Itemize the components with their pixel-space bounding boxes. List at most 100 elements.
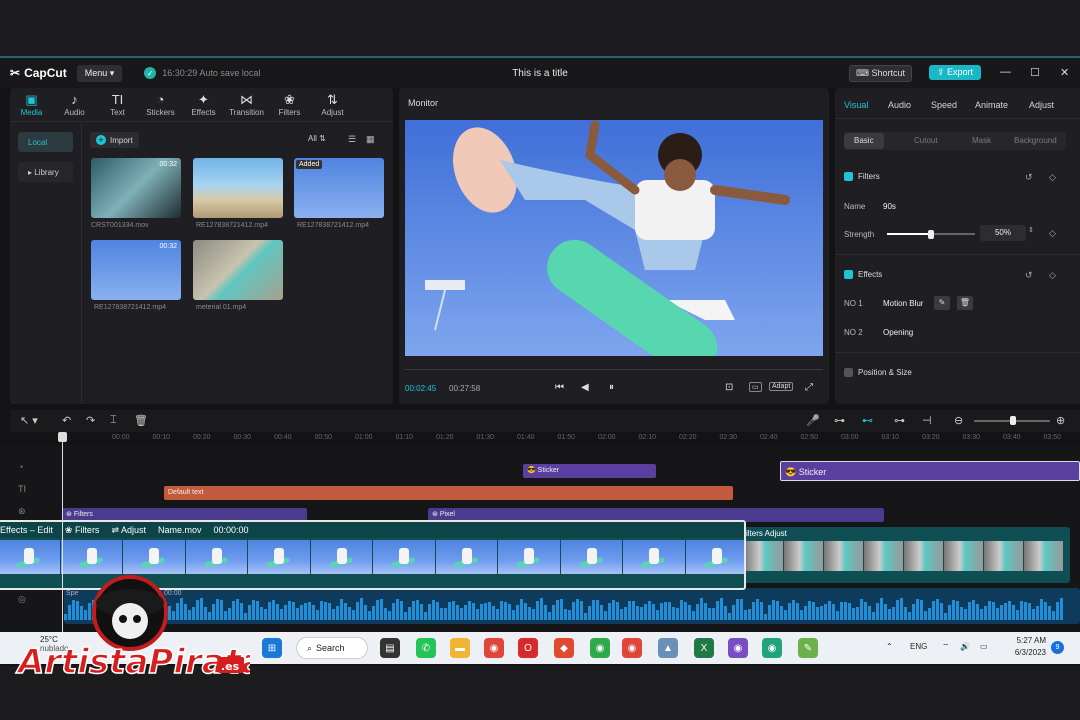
chrome-profile-icon[interactable]: ◉ — [590, 638, 610, 658]
chrome-profile-2-icon[interactable]: ◉ — [622, 638, 642, 658]
tab-audio[interactable]: ♪ Audio — [53, 88, 96, 121]
opera-icon[interactable]: O — [518, 638, 538, 658]
photos-icon[interactable]: ▲ — [658, 638, 678, 658]
subtab-mask[interactable]: Mask — [972, 136, 991, 145]
whatsapp-icon[interactable]: ✆ — [416, 638, 436, 658]
media-thumb[interactable]: 00:32 — [91, 240, 181, 300]
windows-start-icon[interactable]: ⊞ — [262, 638, 282, 658]
export-button[interactable]: ⇪ Export — [929, 65, 982, 80]
filter-dropdown[interactable]: All ⇅ — [308, 134, 326, 143]
subtab-basic[interactable]: Basic — [844, 133, 884, 149]
reset-icon[interactable]: ↺ — [1025, 270, 1033, 281]
maximize-icon[interactable]: ☐ — [1030, 66, 1040, 79]
subtab-cutout[interactable]: Cutout — [914, 136, 938, 145]
excel-icon[interactable]: X — [694, 638, 714, 658]
chain-icon[interactable]: ⊶ — [894, 414, 905, 427]
media-thumb[interactable]: Added — [294, 158, 384, 218]
minimize-icon[interactable]: — — [1000, 66, 1011, 78]
tray-chevron-icon[interactable]: ⌃ — [886, 642, 893, 651]
effects-checkbox[interactable] — [844, 270, 853, 279]
undo-icon[interactable]: ↶ — [62, 414, 71, 427]
task-view-icon[interactable]: ▤ — [380, 638, 400, 658]
pause-icon[interactable]: ⏸ — [609, 382, 614, 393]
time-ruler[interactable]: 00:00 00:10 00:20 00:30 00:40 00:50 01:00 01:10… — [0, 432, 1080, 446]
text-clip[interactable]: Default text — [164, 486, 733, 500]
edit-icon[interactable]: ✎ — [934, 296, 950, 310]
preview-scrubber[interactable] — [405, 362, 823, 370]
list-view-icon[interactable]: ☰ — [348, 134, 356, 145]
battery-icon[interactable]: ▭ — [980, 642, 988, 651]
notification-badge[interactable]: 9 — [1051, 641, 1064, 654]
chrome-profile-3-icon[interactable]: ◉ — [728, 638, 748, 658]
strength-slider-knob[interactable] — [928, 230, 934, 239]
preview-video[interactable] — [405, 120, 823, 356]
tab-transition[interactable]: ⋈ Transition — [225, 88, 268, 121]
prev-frame-icon[interactable]: ◀ — [581, 382, 589, 393]
chrome-icon[interactable]: ◉ — [484, 638, 504, 658]
file-explorer-icon[interactable]: ▬ — [450, 638, 470, 658]
fullscreen-icon[interactable]: ⤢ — [805, 382, 813, 393]
keyframe-icon[interactable]: ◇ — [1049, 172, 1056, 183]
language-indicator[interactable]: ENG — [910, 642, 927, 651]
tab-audio-prop[interactable]: Audio — [888, 100, 911, 110]
delete-clip-icon[interactable]: 🗑 — [134, 414, 148, 427]
tab-animate[interactable]: Animate — [975, 100, 1008, 110]
keyframe-icon[interactable]: ◇ — [1049, 270, 1056, 281]
effects-section-header[interactable]: Effects — [844, 270, 882, 279]
position-size-header[interactable]: Position & Size — [844, 368, 912, 377]
zoom-out-icon[interactable]: ⊖ — [954, 414, 963, 427]
adapt-button[interactable]: Adapt — [769, 382, 794, 391]
tab-text[interactable]: TI Text — [96, 88, 139, 121]
position-checkbox[interactable] — [844, 368, 853, 377]
link-icon[interactable]: ⊶ — [834, 414, 845, 427]
sidebar-item-local[interactable]: Local — [18, 132, 73, 152]
tab-stickers[interactable]: ◔ Stickers — [139, 88, 182, 121]
menu-button[interactable]: Menu ▾ — [76, 64, 123, 82]
notepad-icon[interactable]: ✎ — [798, 638, 818, 658]
reset-icon[interactable]: ↺ — [1025, 172, 1033, 183]
sticker-clip-2[interactable]: 😎 Sticker — [780, 461, 1080, 481]
microphone-icon[interactable]: 🎤 — [806, 414, 820, 427]
filters-checkbox[interactable] — [844, 172, 853, 181]
media-thumb[interactable] — [193, 158, 283, 218]
tab-visual[interactable]: Visual — [844, 100, 868, 110]
tab-effects[interactable]: ✦ Effects — [182, 88, 225, 121]
strength-input[interactable]: 50% — [980, 225, 1026, 241]
anydesk-icon[interactable]: ◆ — [554, 638, 574, 658]
waveform-bar — [1000, 604, 1003, 620]
tab-adjust[interactable]: ⇅ Adjust — [311, 88, 354, 121]
skip-start-icon[interactable]: ⏮ — [555, 382, 564, 393]
tab-media[interactable]: ▣ Media — [10, 88, 53, 121]
align-icon[interactable]: ⊣ — [922, 414, 932, 427]
volume-icon[interactable]: 🔊 — [960, 642, 970, 651]
tab-speed[interactable]: Speed — [931, 100, 957, 110]
screenshot-icon[interactable]: ⊡ — [725, 382, 733, 393]
select-tool-icon[interactable]: ↖ ▾ — [20, 414, 38, 427]
sticker-clip-1[interactable]: 😎 Sticker — [523, 464, 656, 478]
taskbar-search[interactable]: ⌕ Search — [296, 637, 368, 659]
keyframe-icon[interactable]: ◇ — [1049, 228, 1056, 239]
import-button[interactable]: + Import — [90, 132, 139, 148]
media-thumb[interactable] — [193, 240, 283, 300]
subtab-background[interactable]: Background — [1014, 136, 1057, 145]
secondary-video-clip[interactable]: ilters Adjust — [744, 527, 1070, 583]
split-icon[interactable]: ⌶ — [110, 414, 117, 427]
tab-adjust-prop[interactable]: Adjust — [1029, 100, 1054, 110]
shortcut-button[interactable]: ⌨ Shortcut — [849, 65, 913, 82]
tab-filters[interactable]: ❀ Filters — [268, 88, 311, 121]
grid-view-icon[interactable]: ▦ — [366, 134, 375, 145]
chrome-profile-4-icon[interactable]: ◉ — [762, 638, 782, 658]
wifi-icon[interactable]: ⌔ — [942, 642, 950, 652]
redo-icon[interactable]: ↷ — [86, 414, 95, 427]
delete-icon[interactable]: 🗑 — [957, 296, 973, 310]
ratio-icon[interactable]: ▭ — [749, 382, 762, 392]
media-thumb[interactable]: 00:32 — [91, 158, 181, 218]
clock[interactable]: 5:27 AM 6/3/2023 — [1004, 635, 1046, 659]
sidebar-item-library[interactable]: ▸ Library — [18, 162, 73, 182]
filters-section-header[interactable]: Filters — [844, 172, 880, 181]
close-icon[interactable]: ✕ — [1060, 66, 1069, 79]
zoom-fit-icon[interactable]: ⊕ — [1056, 414, 1065, 427]
stepper-icon[interactable]: ⇕ — [1028, 226, 1034, 234]
zoom-slider-knob[interactable] — [1010, 416, 1016, 425]
snap-icon[interactable]: ⊷ — [862, 414, 873, 427]
